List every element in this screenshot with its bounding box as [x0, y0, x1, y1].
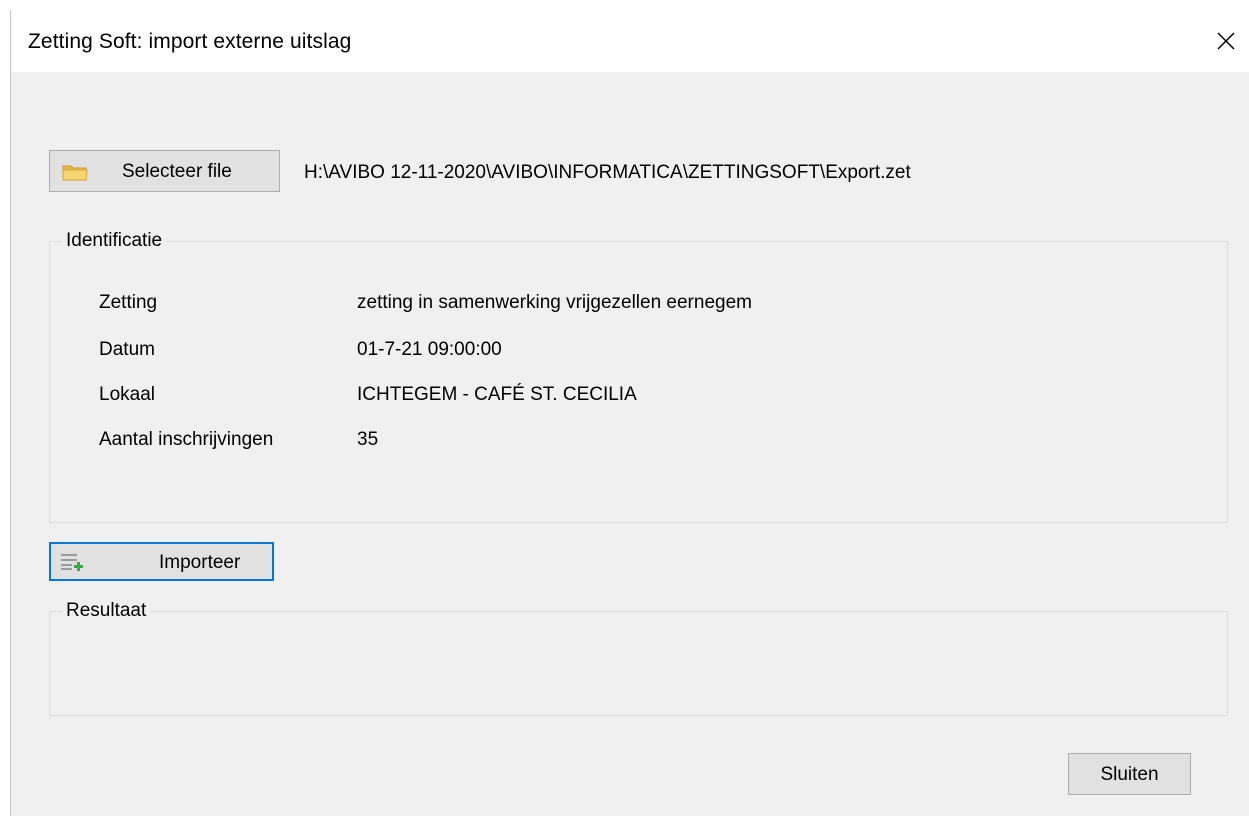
- list-add-icon: [60, 552, 86, 578]
- selected-file-path: H:\AVIBO 12-11-2020\AVIBO\INFORMATICA\ZE…: [304, 162, 911, 183]
- import-label: Importeer: [159, 552, 241, 573]
- close-window-button[interactable]: [1203, 10, 1249, 72]
- identificatie-group: Identificatie Zetting zetting in samenwe…: [49, 230, 1228, 523]
- resultaat-legend: Resultaat: [63, 600, 151, 622]
- resultaat-group: Resultaat: [49, 600, 1228, 716]
- select-file-label: Selecteer file: [122, 161, 232, 182]
- title-bar: Zetting Soft: import externe uitslag: [11, 10, 1249, 72]
- datum-value: 01-7-21 09:00:00: [357, 339, 502, 360]
- import-button[interactable]: Importeer: [49, 542, 274, 581]
- close-button[interactable]: Sluiten: [1068, 753, 1191, 795]
- window-title: Zetting Soft: import externe uitslag: [28, 30, 352, 53]
- lokaal-value: ICHTEGEM - CAFÉ ST. CECILIA: [357, 384, 637, 405]
- aantal-inschrijvingen-label: Aantal inschrijvingen: [99, 429, 274, 450]
- zetting-label: Zetting: [99, 292, 158, 313]
- aantal-inschrijvingen-value: 35: [357, 429, 379, 450]
- datum-label: Datum: [99, 339, 155, 360]
- close-icon: [1217, 32, 1235, 50]
- select-file-button[interactable]: Selecteer file: [49, 150, 280, 192]
- import-dialog: Zetting Soft: import externe uitslag Sel…: [10, 10, 1249, 816]
- close-label: Sluiten: [1100, 764, 1159, 785]
- identificatie-legend: Identificatie: [63, 230, 167, 252]
- folder-icon: [62, 163, 88, 187]
- lokaal-label: Lokaal: [99, 384, 155, 405]
- zetting-value: zetting in samenwerking vrijgezellen eer…: [357, 292, 752, 313]
